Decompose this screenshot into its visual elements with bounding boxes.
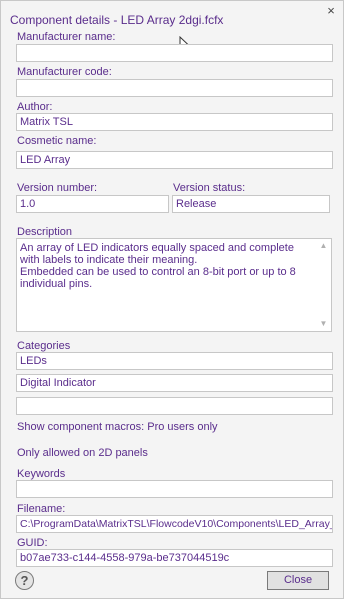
category-field-1[interactable]: LEDs xyxy=(16,352,333,370)
version-status-field[interactable]: Release xyxy=(172,195,330,213)
categories-label: Categories xyxy=(17,340,71,352)
cosmetic-name-label: Cosmetic name: xyxy=(17,135,97,147)
scroll-down-icon[interactable]: ▼ xyxy=(319,320,328,328)
keywords-label: Keywords xyxy=(17,468,66,480)
version-number-label: Version number: xyxy=(17,182,98,194)
macros-note: Show component macros: Pro users only xyxy=(17,421,218,433)
description-label: Description xyxy=(17,226,73,238)
filename-field[interactable]: C:\ProgramData\MatrixTSL\FlowcodeV10\Com… xyxy=(16,515,333,533)
help-icon[interactable]: ? xyxy=(15,571,34,590)
dialog-title: Component details - LED Array 2dgi.fcfx xyxy=(10,13,224,27)
version-status-label: Version status: xyxy=(173,182,246,194)
manufacturer-name-field[interactable] xyxy=(16,44,333,62)
guid-field[interactable]: b07ae733-c144-4558-979a-be737044519c xyxy=(16,549,333,567)
close-icon[interactable]: × xyxy=(324,4,338,18)
component-details-dialog: Component details - LED Array 2dgi.fcfx … xyxy=(0,0,344,599)
manufacturer-code-field[interactable] xyxy=(16,79,333,97)
close-button[interactable]: Close xyxy=(267,571,329,590)
version-number-field[interactable]: 1.0 xyxy=(16,195,169,213)
guid-label: GUID: xyxy=(17,537,48,549)
description-textarea[interactable]: An array of LED indicators equally space… xyxy=(16,238,332,332)
cosmetic-name-field[interactable]: LED Array xyxy=(16,151,333,169)
manufacturer-name-label: Manufacturer name: xyxy=(17,31,116,43)
category-field-3[interactable] xyxy=(16,397,333,415)
filename-label: Filename: xyxy=(17,503,66,515)
keywords-field[interactable] xyxy=(16,480,333,498)
manufacturer-code-label: Manufacturer code: xyxy=(17,66,112,78)
author-label: Author: xyxy=(17,101,53,113)
scroll-up-icon[interactable]: ▲ xyxy=(319,242,328,250)
panels-note: Only allowed on 2D panels xyxy=(17,447,148,459)
category-field-2[interactable]: Digital Indicator xyxy=(16,374,333,392)
description-text: An array of LED indicators equally space… xyxy=(20,242,296,290)
author-field[interactable]: Matrix TSL xyxy=(16,113,333,131)
